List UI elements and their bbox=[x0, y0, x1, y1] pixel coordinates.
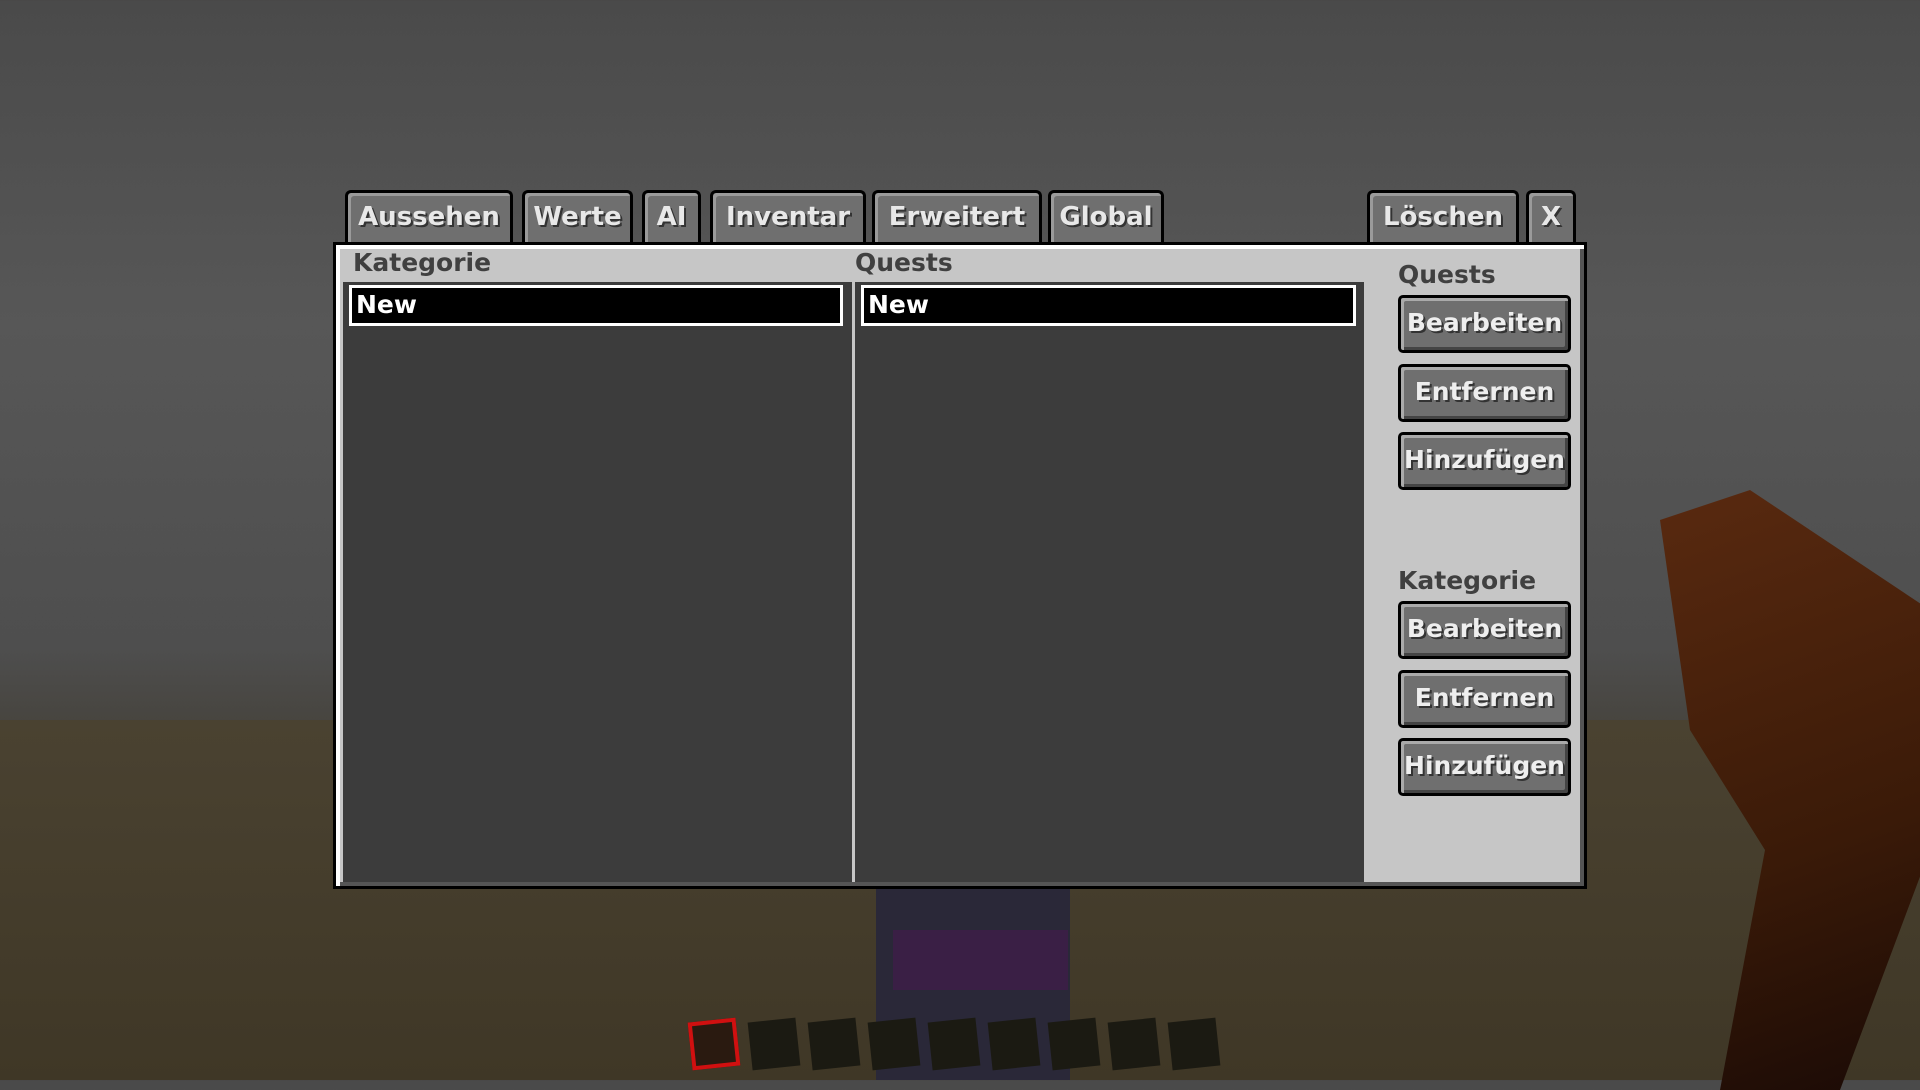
tab-inventar[interactable]: Inventar bbox=[710, 190, 866, 244]
edit-quest-button[interactable]: Bearbeiten bbox=[1398, 295, 1571, 353]
hotbar-slot[interactable] bbox=[1167, 1017, 1221, 1071]
category-column-header: Kategorie bbox=[353, 248, 492, 277]
hotbar bbox=[687, 1017, 1221, 1071]
hotbar-slot[interactable] bbox=[987, 1017, 1041, 1071]
edit-category-button[interactable]: Bearbeiten bbox=[1398, 601, 1571, 659]
tab-erweitert[interactable]: Erweitert bbox=[872, 190, 1042, 244]
quests-section-label: Quests bbox=[1398, 260, 1496, 289]
quest-list[interactable] bbox=[855, 282, 1364, 882]
tab-aussehen[interactable]: Aussehen bbox=[345, 190, 513, 244]
hotbar-slot[interactable] bbox=[1047, 1017, 1101, 1071]
delete-button[interactable]: Löschen bbox=[1367, 190, 1519, 244]
remove-quest-button[interactable]: Entfernen bbox=[1398, 364, 1571, 422]
hotbar-slot[interactable] bbox=[747, 1017, 801, 1071]
category-section-label: Kategorie bbox=[1398, 566, 1537, 595]
remove-category-button[interactable]: Entfernen bbox=[1398, 670, 1571, 728]
close-button[interactable]: X bbox=[1526, 190, 1576, 244]
hotbar-slot-selected[interactable] bbox=[687, 1017, 741, 1071]
add-quest-button[interactable]: Hinzufügen bbox=[1398, 432, 1571, 490]
game-pillar-band bbox=[893, 930, 1068, 990]
add-category-button[interactable]: Hinzufügen bbox=[1398, 738, 1571, 796]
category-list-item[interactable]: New bbox=[349, 285, 843, 326]
tab-global[interactable]: Global bbox=[1048, 190, 1164, 244]
tab-ai[interactable]: AI bbox=[642, 190, 701, 244]
tab-werte[interactable]: Werte bbox=[522, 190, 633, 244]
hotbar-slot[interactable] bbox=[867, 1017, 921, 1071]
category-list[interactable] bbox=[343, 282, 852, 882]
hotbar-slot[interactable] bbox=[807, 1017, 861, 1071]
hotbar-slot[interactable] bbox=[927, 1017, 981, 1071]
quests-column-header: Quests bbox=[855, 248, 953, 277]
hotbar-slot[interactable] bbox=[1107, 1017, 1161, 1071]
quest-list-item[interactable]: New bbox=[861, 285, 1356, 326]
